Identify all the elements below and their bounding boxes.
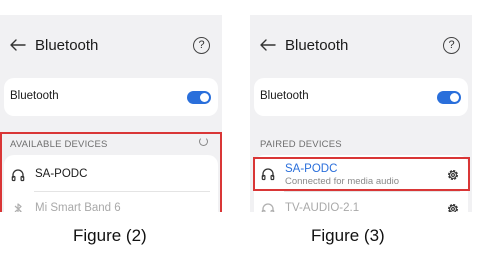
divider — [284, 191, 460, 192]
switch-knob — [200, 93, 209, 102]
header: Bluetooth ? — [250, 15, 472, 70]
headphones-icon — [261, 203, 275, 212]
highlight-box — [253, 157, 470, 191]
section-label-paired-devices: PAIRED DEVICES — [260, 139, 342, 150]
bluetooth-toggle-row[interactable]: Bluetooth — [254, 78, 468, 116]
page-title: Bluetooth — [35, 37, 99, 54]
bluetooth-switch[interactable] — [437, 91, 461, 104]
highlight-box — [0, 132, 222, 212]
help-icon[interactable]: ? — [443, 37, 460, 54]
device-name: TV-AUDIO-2.1 — [285, 202, 360, 212]
bluetooth-toggle-label: Bluetooth — [10, 90, 59, 102]
back-arrow-icon[interactable] — [10, 39, 26, 51]
switch-knob — [450, 93, 459, 102]
bluetooth-toggle-label: Bluetooth — [260, 90, 309, 102]
page-title: Bluetooth — [285, 37, 349, 54]
device-item-tv-audio[interactable]: TV-AUDIO-2.1 — [254, 193, 468, 212]
bluetooth-switch[interactable] — [187, 91, 211, 104]
figure-caption-left: Figure (2) — [73, 226, 147, 245]
bluetooth-screen-figure-2: Bluetooth ? Bluetooth AVAILABLE DEVICES … — [0, 15, 222, 212]
figure-caption-right: Figure (3) — [311, 226, 385, 245]
header: Bluetooth ? — [0, 15, 222, 70]
gear-icon[interactable] — [446, 202, 460, 212]
bluetooth-toggle-row[interactable]: Bluetooth — [4, 78, 218, 116]
help-icon[interactable]: ? — [193, 37, 210, 54]
bluetooth-screen-figure-3: Bluetooth ? Bluetooth PAIRED DEVICES SA-… — [250, 15, 472, 212]
back-arrow-icon[interactable] — [260, 39, 276, 51]
